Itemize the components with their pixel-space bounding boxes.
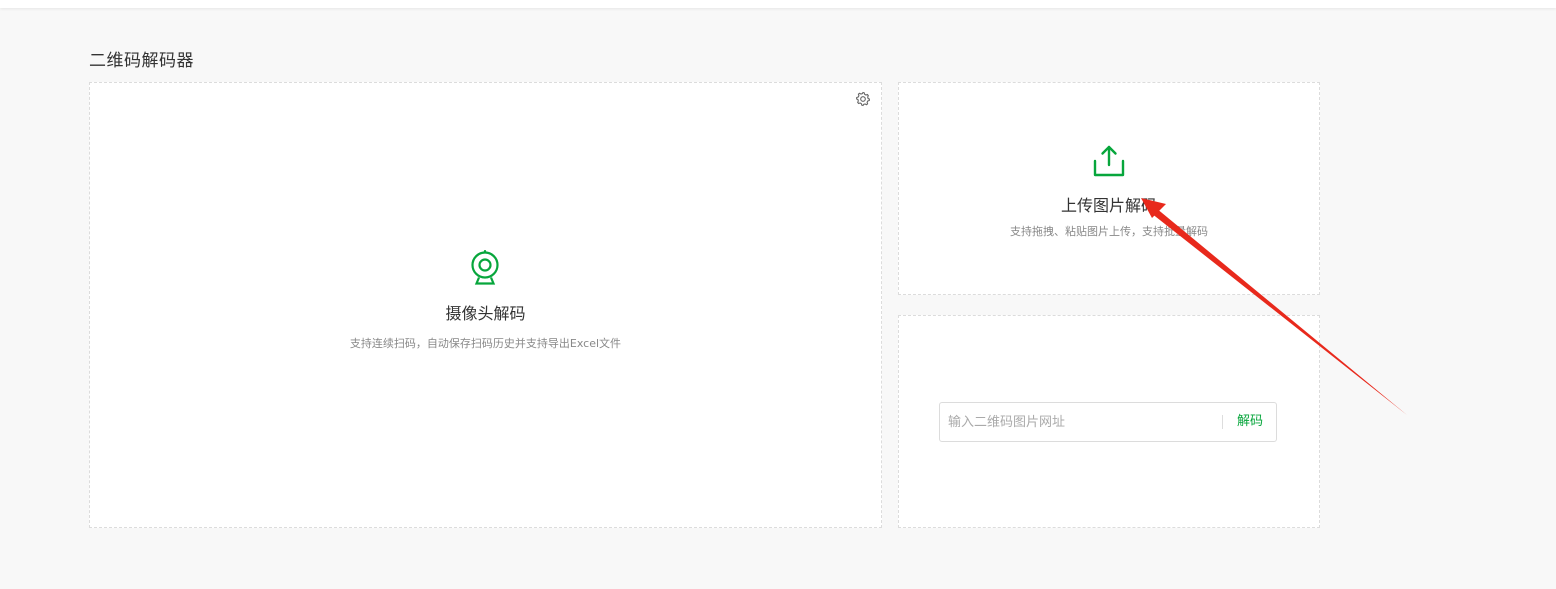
webcam-icon — [468, 248, 502, 286]
camera-decode-title: 摄像头解码 — [445, 304, 526, 323]
upload-decode-title[interactable]: 上传图片解码 — [899, 192, 1319, 216]
upload-decode-description: 支持拖拽、粘贴图片上传，支持批量解码 — [1010, 225, 1208, 238]
camera-decode-panel[interactable]: 摄像头解码 支持连续扫码，自动保存扫码历史并支持导出Excel文件 — [89, 82, 882, 528]
gear-icon[interactable] — [855, 91, 871, 107]
image-url-input[interactable] — [940, 403, 1210, 441]
page-title: 二维码解码器 — [89, 51, 194, 71]
upload-icon[interactable] — [1092, 144, 1126, 178]
url-input-group: 解码 — [939, 402, 1277, 442]
decode-button[interactable]: 解码 — [1224, 403, 1276, 441]
url-decode-panel: 解码 — [898, 315, 1320, 528]
camera-decode-description: 支持连续扫码，自动保存扫码历史并支持导出Excel文件 — [349, 337, 622, 350]
divider — [1222, 415, 1223, 429]
top-bar — [0, 0, 1556, 8]
upload-decode-panel[interactable]: 上传图片解码 支持拖拽、粘贴图片上传，支持批量解码 — [898, 82, 1320, 295]
